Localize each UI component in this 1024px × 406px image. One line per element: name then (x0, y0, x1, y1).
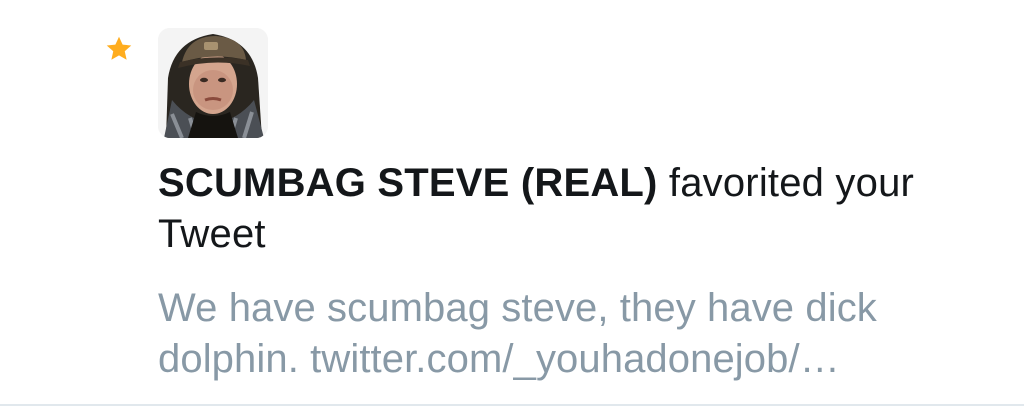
actor-name[interactable]: SCUMBAG STEVE (REAL) (158, 161, 658, 205)
favorite-notification[interactable]: SCUMBAG STEVE (REAL) favorited your Twee… (0, 0, 1024, 406)
tweet-preview[interactable]: We have scumbag steve, they have dick do… (158, 283, 988, 385)
star-icon (106, 36, 132, 60)
avatar-image (158, 28, 268, 138)
notification-headline: SCUMBAG STEVE (REAL) favorited your Twee… (158, 158, 988, 260)
avatar[interactable] (158, 28, 268, 138)
